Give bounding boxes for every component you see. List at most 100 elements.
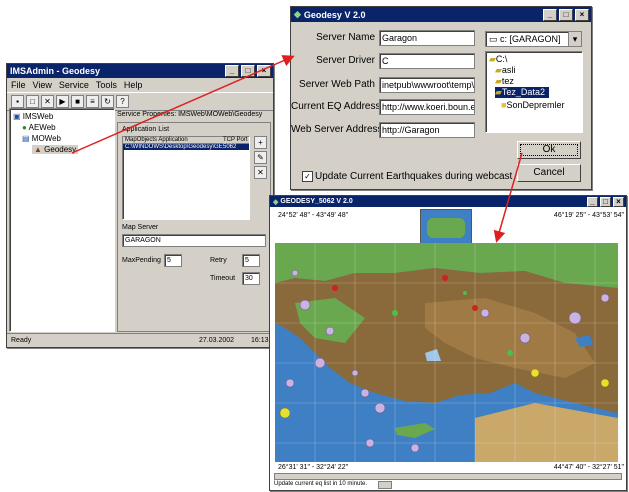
map-status-text: Update current eq list in 10 minute. xyxy=(274,481,368,487)
drive-icon: ▭ xyxy=(489,34,498,44)
folder-list: ▰C:\ ▰asli ▰tez ▰Tez_Data2 ■SonDepremler xyxy=(485,51,583,133)
menu-view[interactable]: View xyxy=(33,80,52,90)
add-app-icon[interactable]: + xyxy=(254,136,267,149)
tree-item-aeweb[interactable]: ● AEWeb xyxy=(22,123,56,132)
cancel-button[interactable]: Cancel xyxy=(517,164,581,182)
overview-land xyxy=(427,218,465,238)
folder-open-icon: ▰ xyxy=(495,76,502,86)
server-name-label: Server Name xyxy=(316,32,375,43)
maximize-icon[interactable]: □ xyxy=(241,65,255,77)
minimize-icon[interactable]: _ xyxy=(225,65,239,77)
table-row[interactable]: C:\WINDOWS\Desktop\Geodesy\GEOD 5062 xyxy=(123,144,249,150)
close-icon[interactable]: × xyxy=(575,8,589,21)
server-driver-field[interactable]: C xyxy=(379,53,475,69)
chevron-down-icon[interactable]: ▾ xyxy=(568,32,581,46)
properties-panel: Application List MapObjects Application … xyxy=(117,122,271,332)
service-props-label: Service Properties: IMSWeb\MOWeb\Geodesy xyxy=(117,111,263,118)
overview-inset[interactable] xyxy=(420,209,472,247)
ok-button[interactable]: Ok xyxy=(517,141,581,159)
row-port: 5062 xyxy=(223,144,237,150)
folder-item-asli[interactable]: ▰asli xyxy=(495,65,515,76)
eq-address-label: Current EQ Address xyxy=(291,101,381,112)
close-icon[interactable]: × xyxy=(257,65,271,77)
row-app: C:\WINDOWS\Desktop\Geodesy\GEOD xyxy=(125,144,223,150)
update-checkbox[interactable]: ✓ xyxy=(302,171,313,182)
map-server-label: Map Server xyxy=(122,224,159,231)
maximize-icon[interactable]: □ xyxy=(600,196,611,207)
properties-icon[interactable]: ≡ xyxy=(86,95,99,108)
new-icon[interactable]: □ xyxy=(26,95,39,108)
drive-select[interactable]: ▭ c: [GARAGON] ▾ xyxy=(485,31,582,47)
table-header: MapObjects Application TCP Port xyxy=(123,137,249,144)
dialog-titlebar[interactable]: ◆ Geodesy V 2.0 _ □ × xyxy=(291,7,591,22)
status-time: 16:13 xyxy=(251,337,269,344)
minimize-icon[interactable]: _ xyxy=(543,8,557,21)
maximize-icon[interactable]: □ xyxy=(559,8,573,21)
server-icon: ▤ xyxy=(22,134,30,143)
refresh-icon[interactable]: ↻ xyxy=(101,95,114,108)
menu-service[interactable]: Service xyxy=(59,80,89,90)
timeout-stepper[interactable]: 30 xyxy=(242,272,260,285)
map-title: GEODESY_5062 V 2.0 xyxy=(280,198,353,205)
map-canvas[interactable] xyxy=(275,243,618,462)
map-svg xyxy=(275,243,618,462)
folder-open-icon: ▰ xyxy=(489,54,496,64)
web-path-field[interactable]: inetpub\wwwroot\temp\ xyxy=(379,77,475,93)
map-status-bar: Update current eq list in 10 minute. xyxy=(272,480,622,489)
map-window: ◆ GEODESY_5062 V 2.0 _ □ × 24°52' 48" - … xyxy=(269,195,627,491)
map-app-icon: ◆ xyxy=(273,198,279,206)
imsadmin-titlebar[interactable]: IMSAdmin - Geodesy _ □ × xyxy=(7,64,273,78)
horizontal-scrollbar[interactable] xyxy=(274,473,622,480)
retry-label: Retry xyxy=(210,257,227,264)
status-ready: Ready xyxy=(11,337,32,344)
cyprus-island xyxy=(395,423,435,438)
tree-item-geodesy[interactable]: ▲ Geodesy xyxy=(32,145,79,154)
status-date: 27.03.2002 xyxy=(199,337,235,344)
help-icon[interactable]: ? xyxy=(116,95,129,108)
stop-icon[interactable]: ■ xyxy=(71,95,84,108)
retry-stepper[interactable]: 5 xyxy=(242,254,260,267)
server-driver-label: Server Driver xyxy=(316,55,375,66)
map-titlebar[interactable]: ◆ GEODESY_5062 V 2.0 _ □ × xyxy=(270,196,626,207)
play-icon[interactable]: ▶ xyxy=(56,95,69,108)
eq-address-field[interactable]: http://www.koeri.boun.e xyxy=(379,99,475,115)
web-server-field[interactable]: http://Garagon xyxy=(379,122,475,138)
folder-item-tez[interactable]: ▰tez xyxy=(495,76,514,87)
map-server-field[interactable]: GARAGON xyxy=(122,234,266,247)
app-list-label: Application List xyxy=(122,126,170,133)
col-port-header[interactable]: TCP Port xyxy=(223,137,248,143)
dialog-title: Geodesy V 2.0 xyxy=(303,9,366,20)
update-checkbox-label: Update Current Earthquakes during webcas… xyxy=(315,171,513,182)
app-icon: ▲ xyxy=(34,145,42,154)
menu-tools[interactable]: Tools xyxy=(96,80,117,90)
folder-open-icon: ▰ xyxy=(495,65,502,75)
tree-item-imsweb[interactable]: ▣ IMSWeb xyxy=(13,112,53,121)
computer-icon: ▣ xyxy=(13,112,21,121)
update-stepper[interactable] xyxy=(378,481,392,489)
globe-icon: ● xyxy=(22,123,27,132)
tree-item-moweb[interactable]: ▤ MOWeb xyxy=(22,134,61,143)
edit-app-icon[interactable]: ✎ xyxy=(254,151,267,164)
menu-help[interactable]: Help xyxy=(124,80,143,90)
folder-item-tez-data2[interactable]: ▰Tez_Data2 xyxy=(495,87,549,98)
geodesy-dialog: ◆ Geodesy V 2.0 _ □ × Server Name Garago… xyxy=(290,6,592,190)
folder-item-sondepremler[interactable]: ■SonDepremler xyxy=(501,100,564,110)
folder-item-root[interactable]: ▰C:\ xyxy=(489,54,507,65)
menu-bar: File View Service Tools Help xyxy=(7,78,273,92)
delete-icon[interactable]: ✕ xyxy=(41,95,54,108)
save-icon[interactable]: ▪ xyxy=(11,95,24,108)
coord-top-left: 24°52' 48" - 43°49' 48" xyxy=(278,212,349,219)
server-name-field[interactable]: Garagon xyxy=(379,30,475,46)
folder-open-icon: ▰ xyxy=(495,87,502,97)
minimize-icon[interactable]: _ xyxy=(587,196,598,207)
coord-top-right: 46°19' 25" - 43°53' 54" xyxy=(553,212,624,219)
max-pending-stepper[interactable]: 5 xyxy=(164,254,182,267)
menu-file[interactable]: File xyxy=(11,80,26,90)
close-icon[interactable]: × xyxy=(613,196,624,207)
dialog-app-icon: ◆ xyxy=(294,9,301,19)
remove-app-icon[interactable]: ✕ xyxy=(254,166,267,179)
status-bar: Ready 27.03.2002 16:13 xyxy=(7,333,273,347)
web-server-label: Web Server Address xyxy=(291,124,383,135)
app-list-table: MapObjects Application TCP Port C:\WINDO… xyxy=(122,136,250,220)
col-app-header[interactable]: MapObjects Application xyxy=(123,137,223,143)
